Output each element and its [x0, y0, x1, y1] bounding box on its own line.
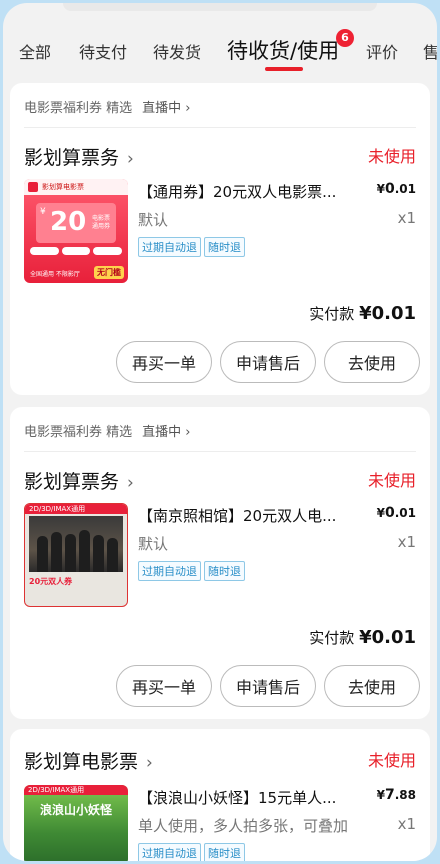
- shop-row[interactable]: 影划算票务 › 未使用: [24, 143, 416, 170]
- product-price: ¥0.01: [376, 181, 416, 197]
- shop-row[interactable]: 影划算票务 › 未使用: [24, 467, 416, 494]
- coupon-band: 20元双人券: [29, 577, 73, 586]
- product-price: ¥7.88: [376, 787, 416, 803]
- coupon-amount-tag: ¥ 20 电影票 通用券: [36, 203, 116, 243]
- product-quantity: x1: [397, 815, 416, 833]
- service-tags: 过期自动退 随时退: [138, 237, 245, 257]
- auto-refund-tag: 过期自动退: [138, 843, 201, 861]
- thumb-footnote: 全国通用 不限影厅: [30, 271, 80, 278]
- refund-anytime-tag: 随时退: [204, 237, 245, 257]
- thumb-chips: [30, 247, 123, 255]
- product-title[interactable]: 【南京照相馆】20元双人电...: [138, 505, 336, 526]
- service-tags: 过期自动退 随时退: [138, 561, 245, 581]
- order-status-tabs: 全部 待支付 待发货 待收货/使用 6 评价 售: [3, 29, 437, 75]
- product-spec: 默认: [138, 535, 169, 553]
- brand-logo-icon: [28, 182, 38, 192]
- order-source[interactable]: 电影票福利券 精选 直播中 ›: [24, 97, 191, 116]
- live-link[interactable]: 直播中 ›: [142, 425, 190, 440]
- thumb-format: 2D/3D/IMAX通用: [25, 504, 127, 514]
- shop-name[interactable]: 影划算票务 ›: [24, 467, 134, 494]
- order-status: 未使用: [367, 751, 416, 770]
- order-actions: 再买一单 申请售后 去使用: [116, 341, 420, 383]
- shop-row[interactable]: 影划算电影票 › 未使用: [24, 747, 416, 774]
- order-card: 电影票福利券 精选 直播中 › 影划算票务 › 未使用 影划算电影票 ¥ 20 电影…: [10, 83, 430, 395]
- product-thumbnail[interactable]: 影划算电影票 ¥ 20 电影票 通用券 全国通用 不限影厅 无门槛: [24, 179, 128, 283]
- product-thumbnail[interactable]: 2D/3D/IMAX通用 20元双人券: [24, 503, 128, 607]
- auto-refund-tag: 过期自动退: [138, 237, 201, 257]
- order-actions: 再买一单 申请售后 去使用: [116, 665, 420, 707]
- service-tags: 过期自动退 随时退: [138, 843, 245, 861]
- divider: [24, 127, 416, 128]
- order-source[interactable]: 电影票福利券 精选 直播中 ›: [24, 421, 191, 440]
- tab-pending-shipment[interactable]: 待发货: [153, 39, 201, 63]
- order-status: 未使用: [367, 147, 416, 166]
- refund-anytime-tag: 随时退: [204, 561, 245, 581]
- paid-amount: 实付款 ¥0.01: [309, 627, 416, 648]
- movie-still-image: [29, 516, 123, 572]
- tab-review[interactable]: 评价: [366, 39, 398, 63]
- tab-all[interactable]: 全部: [19, 39, 51, 63]
- product-spec: 默认: [138, 211, 169, 229]
- divider: [24, 451, 416, 452]
- source-label: 电影票福利券 精选: [24, 425, 133, 440]
- order-card: 电影票福利券 精选 直播中 › 影划算票务 › 未使用 2D/3D/IMAX通用 2…: [10, 407, 430, 719]
- tab-after-sales[interactable]: 售: [423, 39, 437, 63]
- after-sales-button[interactable]: 申请售后: [220, 665, 316, 707]
- active-tab-indicator: [265, 67, 303, 71]
- refund-anytime-tag: 随时退: [204, 843, 245, 861]
- thumb-movie-title: 浪浪山小妖怪: [40, 803, 113, 817]
- buy-again-button[interactable]: 再买一单: [116, 341, 212, 383]
- tab-pending-receipt[interactable]: 待收货/使用: [227, 35, 339, 65]
- product-quantity: x1: [397, 533, 416, 551]
- thumb-format: 2D/3D/IMAX通用: [24, 785, 128, 795]
- chevron-right-icon: ›: [127, 473, 134, 493]
- order-status: 未使用: [367, 471, 416, 490]
- use-button[interactable]: 去使用: [324, 665, 420, 707]
- auto-refund-tag: 过期自动退: [138, 561, 201, 581]
- product-price: ¥0.01: [376, 505, 416, 521]
- chevron-right-icon: ›: [146, 753, 153, 773]
- live-link[interactable]: 直播中 ›: [142, 101, 190, 116]
- after-sales-button[interactable]: 申请售后: [220, 341, 316, 383]
- product-quantity: x1: [397, 209, 416, 227]
- chevron-right-icon: ›: [127, 149, 134, 169]
- order-card: 影划算电影票 › 未使用 2D/3D/IMAX通用 浪浪山小妖怪 【浪浪山小妖怪】…: [10, 729, 430, 861]
- thumb-brand: 影划算电影票: [24, 179, 128, 195]
- shop-name[interactable]: 影划算票务 ›: [24, 143, 134, 170]
- tab-badge-count: 6: [336, 29, 354, 47]
- paid-amount: 实付款 ¥0.01: [309, 303, 416, 324]
- use-button[interactable]: 去使用: [324, 341, 420, 383]
- tab-pending-payment[interactable]: 待支付: [79, 39, 127, 63]
- top-search-bar-edge: [63, 3, 377, 11]
- phone-screen: 全部 待支付 待发货 待收货/使用 6 评价 售 电影票福利券 精选 直播中 › …: [3, 3, 437, 861]
- shop-name[interactable]: 影划算电影票 ›: [24, 747, 153, 774]
- product-spec: 单人使用，多人拍多张，可叠加: [138, 817, 349, 835]
- product-thumbnail[interactable]: 2D/3D/IMAX通用 浪浪山小妖怪: [24, 785, 128, 861]
- product-title[interactable]: 【浪浪山小妖怪】15元单人...: [138, 787, 336, 808]
- product-title[interactable]: 【通用券】20元双人电影票...: [138, 181, 336, 202]
- source-label: 电影票福利券 精选: [24, 101, 133, 116]
- no-threshold-badge: 无门槛: [94, 266, 124, 279]
- buy-again-button[interactable]: 再买一单: [116, 665, 212, 707]
